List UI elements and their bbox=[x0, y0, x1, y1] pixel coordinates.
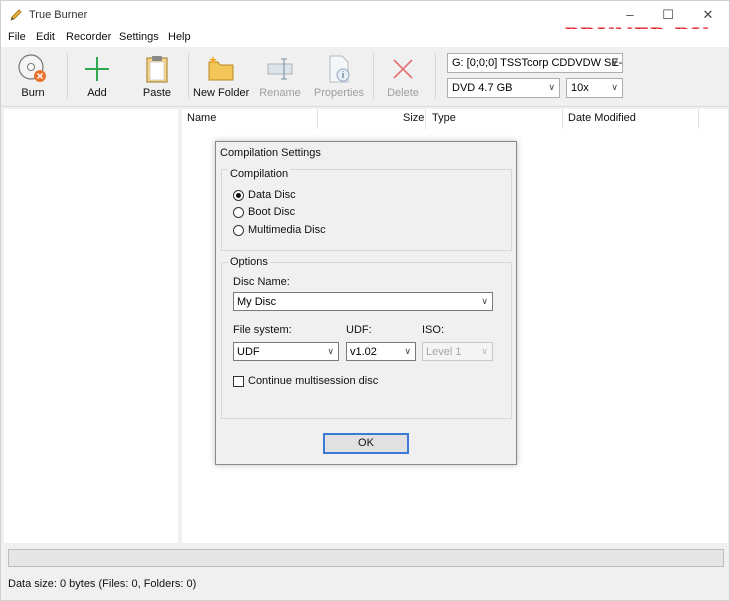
menu-bar: File Edit Recorder Settings Help bbox=[1, 29, 729, 47]
delete-x-icon bbox=[393, 59, 413, 79]
chevron-down-icon: ∨ bbox=[611, 57, 618, 67]
rename-button[interactable]: Rename bbox=[255, 49, 305, 103]
properties-icon bbox=[329, 55, 350, 83]
chevron-down-icon: ∨ bbox=[327, 346, 334, 356]
disc-burn-icon bbox=[18, 54, 46, 82]
folder-tree-pane[interactable] bbox=[4, 109, 178, 543]
iso-label: ISO: bbox=[422, 324, 445, 336]
column-header-name[interactable]: Name bbox=[187, 109, 216, 129]
disc-name-label: Disc Name: bbox=[233, 276, 290, 288]
toolbar-separator bbox=[435, 53, 436, 99]
new-folder-icon bbox=[208, 56, 234, 81]
new-folder-label: New Folder bbox=[193, 87, 250, 99]
speed-select[interactable]: 10x ∨ bbox=[566, 78, 623, 98]
window-title: True Burner bbox=[29, 9, 88, 21]
column-separator[interactable] bbox=[698, 109, 699, 129]
file-system-label: File system: bbox=[233, 324, 292, 336]
burn-label: Burn bbox=[21, 87, 45, 99]
minimize-button[interactable]: – bbox=[615, 5, 645, 25]
add-button[interactable]: Add bbox=[73, 49, 121, 103]
rename-label: Rename bbox=[259, 87, 301, 99]
chevron-down-icon: ∨ bbox=[404, 346, 411, 356]
new-folder-button[interactable]: New Folder bbox=[193, 49, 249, 103]
file-system-select[interactable]: UDF ∨ bbox=[233, 342, 339, 361]
radio-button-selected[interactable] bbox=[233, 190, 244, 201]
chevron-down-icon: ∨ bbox=[611, 82, 618, 92]
iso-level-select[interactable]: Level 1 ∨ bbox=[422, 342, 493, 361]
compilation-group-label: Compilation bbox=[228, 168, 291, 180]
udf-version-select[interactable]: v1.02 ∨ bbox=[346, 342, 416, 361]
status-text: Data size: 0 bytes (Files: 0, Folders: 0… bbox=[8, 578, 197, 590]
checkbox-box[interactable] bbox=[233, 376, 244, 387]
rename-icon bbox=[267, 58, 293, 80]
properties-label: Properties bbox=[313, 87, 365, 99]
iso-level-value: Level 1 bbox=[426, 346, 462, 358]
toolbar-separator bbox=[188, 53, 189, 99]
column-header-size[interactable]: Size bbox=[403, 109, 424, 129]
compilation-settings-dialog: Compilation Settings Compilation Data Di… bbox=[215, 141, 517, 465]
ok-button[interactable]: OK bbox=[323, 433, 409, 454]
disc-type-value: DVD 4.7 GB bbox=[452, 82, 513, 94]
column-separator[interactable] bbox=[425, 109, 426, 129]
dialog-title: Compilation Settings bbox=[220, 147, 321, 159]
radio-multimedia-disc-label: Multimedia Disc bbox=[248, 224, 326, 236]
clipboard-icon bbox=[146, 56, 168, 83]
column-header-type[interactable]: Type bbox=[432, 109, 456, 129]
paste-button[interactable]: Paste bbox=[133, 49, 181, 103]
properties-button[interactable]: Properties bbox=[311, 49, 367, 103]
speed-value: 10x bbox=[571, 82, 589, 94]
progress-bar bbox=[8, 549, 724, 567]
maximize-button[interactable]: ☐ bbox=[653, 5, 683, 25]
radio-boot-disc-label: Boot Disc bbox=[248, 206, 296, 218]
file-system-value: UDF bbox=[237, 346, 260, 358]
menu-edit[interactable]: Edit bbox=[36, 31, 55, 43]
delete-button[interactable]: Delete bbox=[379, 49, 427, 103]
continue-multisession-label: Continue multisession disc bbox=[248, 375, 379, 387]
column-separator[interactable] bbox=[317, 109, 318, 129]
disc-name-input[interactable]: My Disc ∨ bbox=[233, 292, 493, 311]
radio-button[interactable] bbox=[233, 225, 244, 236]
options-group-label: Options bbox=[228, 256, 270, 268]
column-header-date-modified[interactable]: Date Modified bbox=[568, 109, 636, 129]
chevron-down-icon: ∨ bbox=[481, 346, 488, 356]
udf-version-value: v1.02 bbox=[350, 346, 377, 358]
pencil-app-icon bbox=[10, 9, 22, 21]
add-label: Add bbox=[87, 87, 107, 99]
close-button[interactable]: ✕ bbox=[693, 5, 723, 25]
radio-button[interactable] bbox=[233, 207, 244, 218]
toolbar-separator bbox=[67, 53, 68, 99]
drive-select-value: G: [0;0;0] TSSTcorp CDDVDW SE-2 bbox=[452, 57, 623, 69]
radio-data-disc-label: Data Disc bbox=[248, 189, 296, 201]
disc-name-value: My Disc bbox=[237, 296, 277, 308]
drive-select[interactable]: G: [0;0;0] TSSTcorp CDDVDW SE-2 ∨ bbox=[447, 53, 623, 73]
toolbar-separator bbox=[373, 53, 374, 99]
menu-help[interactable]: Help bbox=[168, 31, 191, 43]
toolbar: Burn Add Paste New Folder Rename Propert… bbox=[1, 47, 729, 107]
plus-icon bbox=[85, 57, 109, 81]
burn-button[interactable]: Burn bbox=[7, 49, 59, 103]
chevron-down-icon: ∨ bbox=[548, 82, 555, 92]
true-burner-window: True Burner – ☐ ✕ PRUNER.RU File Edit Re… bbox=[0, 0, 730, 601]
menu-recorder[interactable]: Recorder bbox=[66, 31, 111, 43]
delete-label: Delete bbox=[387, 87, 419, 99]
chevron-down-icon: ∨ bbox=[481, 296, 488, 306]
disc-type-select[interactable]: DVD 4.7 GB ∨ bbox=[447, 78, 560, 98]
column-separator[interactable] bbox=[562, 109, 563, 129]
paste-label: Paste bbox=[142, 87, 172, 99]
menu-file[interactable]: File bbox=[8, 31, 26, 43]
udf-label: UDF: bbox=[346, 324, 372, 336]
menu-settings[interactable]: Settings bbox=[119, 31, 159, 43]
